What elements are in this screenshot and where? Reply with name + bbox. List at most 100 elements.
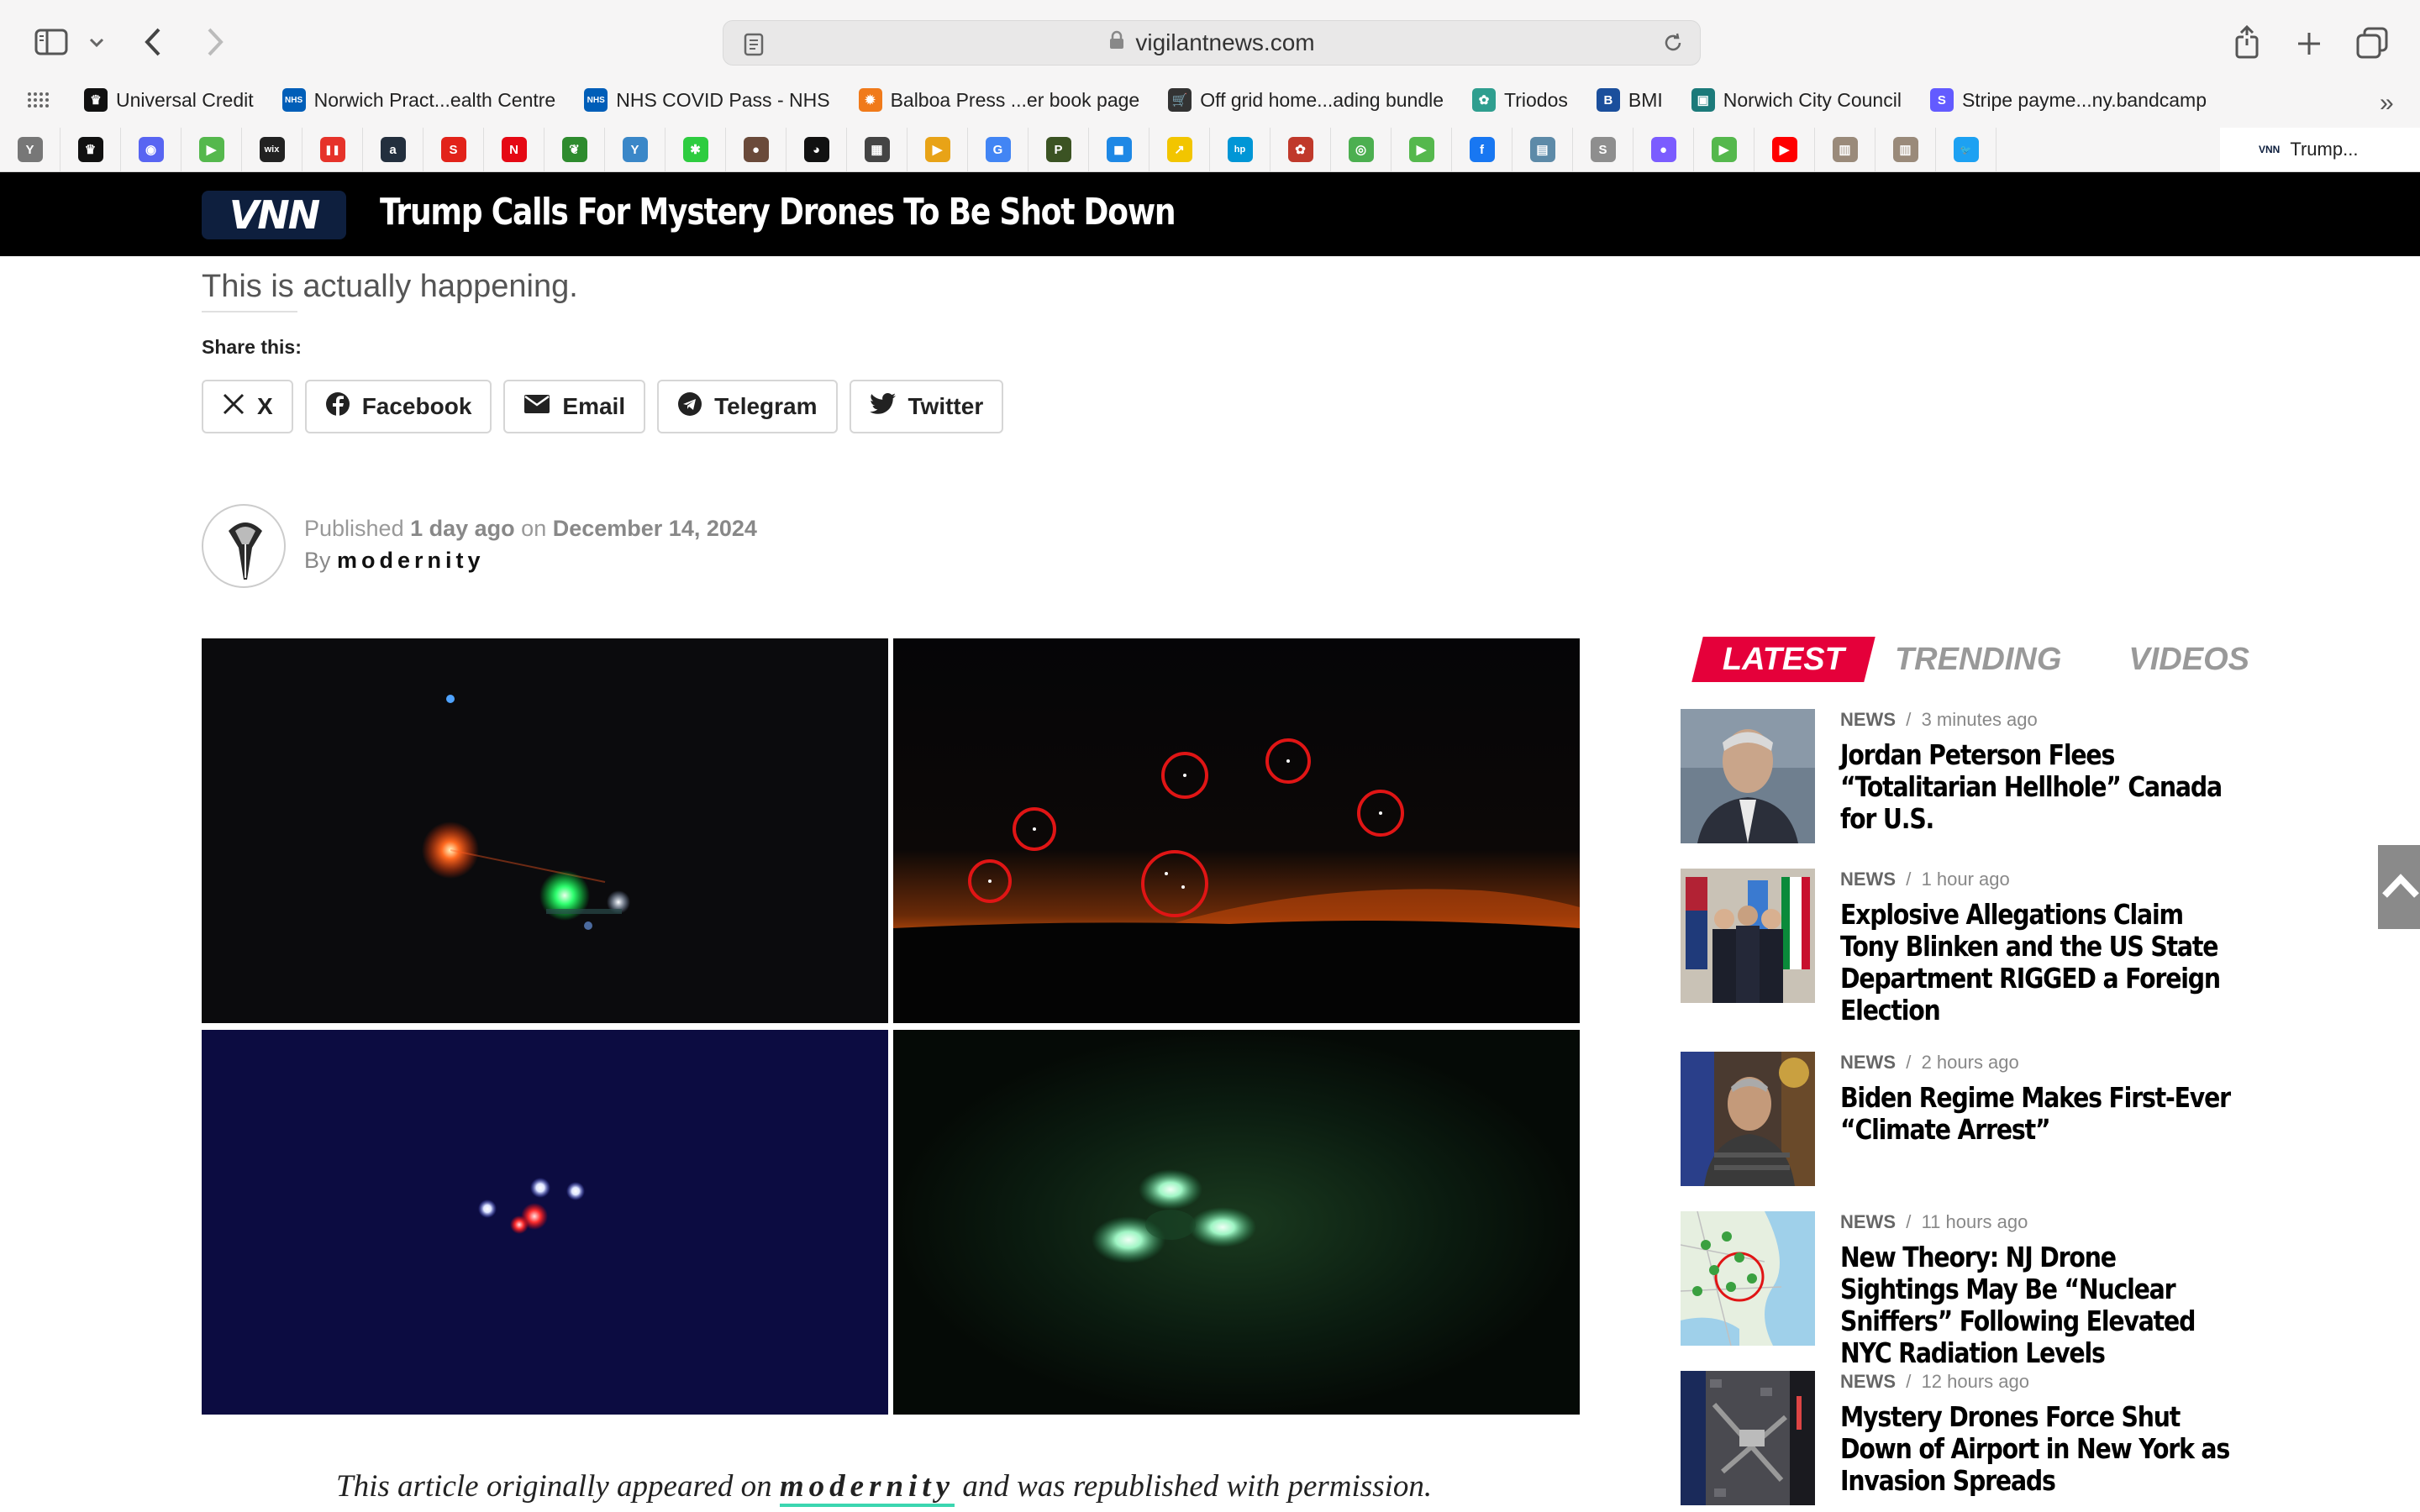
news-title[interactable]: Biden Regime Makes First-Ever “Climate A… [1840,1082,2234,1146]
bookmark-item[interactable]: ♛ Universal Credit [84,88,254,112]
source-link[interactable]: modernity [779,1469,955,1507]
more-bookmarks-icon[interactable]: » [2380,89,2394,118]
telegram-icon [677,391,702,423]
drone-photo-collage[interactable] [202,638,1580,1415]
news-category[interactable]: NEWS [1840,1371,1896,1392]
favorite-site-button[interactable]: S [424,128,484,171]
bookmark-label: Stripe payme...ny.bandcamp [1961,88,2207,111]
bookmark-item[interactable]: 🛒 Off grid home...ading bundle [1168,88,1444,112]
favorite-site-button[interactable]: ◼ [1089,128,1150,171]
news-item[interactable]: NEWS / 2 hours ago Biden Regime Makes Fi… [1681,1052,2235,1194]
news-category[interactable]: NEWS [1840,1052,1896,1073]
author-link[interactable]: modernity [337,548,485,573]
news-category[interactable]: NEWS [1840,869,1896,890]
favorite-site-button[interactable]: a [363,128,424,171]
favorite-site-button[interactable]: ❚❚ [302,128,363,171]
news-thumbnail[interactable] [1681,869,1815,1003]
favorite-site-button[interactable]: G [968,128,1028,171]
favorite-site-button[interactable]: ▶ [1392,128,1452,171]
news-item[interactable]: NEWS / 12 hours ago Mystery Drones Force… [1681,1371,2235,1512]
tab-latest[interactable]: LATEST [1691,637,1876,682]
news-category[interactable]: NEWS [1840,709,1896,730]
news-thumbnail[interactable] [1681,1371,1815,1505]
forward-arrow-icon[interactable] [198,24,232,60]
favorite-site-button[interactable]: ♛ [60,128,121,171]
news-thumbnail[interactable] [1681,1211,1815,1346]
news-thumbnail[interactable] [1681,1052,1815,1186]
favorite-site-button[interactable]: P [1028,128,1089,171]
favorite-site-button[interactable]: Y [605,128,666,171]
news-title[interactable]: New Theory: NJ Drone Sightings May Be “N… [1840,1242,2234,1369]
tab-trending[interactable]: TRENDING [1895,642,2061,678]
bookmark-item[interactable]: ✹ Balboa Press ...er book page [858,88,1139,112]
address-bar[interactable]: vigilantnews.com [723,20,1701,66]
favorite-site-button[interactable]: ● [726,128,786,171]
portrait2-favicon-icon: ▥ [1892,137,1918,162]
twitter-favicon-icon: 🐦 [1953,137,1979,162]
share-telegram-button[interactable]: Telegram [657,380,838,433]
tab-overview-icon[interactable] [2353,24,2391,62]
news-category[interactable]: NEWS [1840,1211,1896,1232]
favorite-site-button[interactable]: ▦ [847,128,908,171]
photo-favicon-icon: ▦ [864,137,890,162]
favorite-site-button[interactable]: Y [0,128,60,171]
sidebar-toggle-icon[interactable] [32,25,71,59]
p-favicon-icon: P [1045,137,1071,162]
bookmark-item[interactable]: NHS Norwich Pract...ealth Centre [281,88,555,112]
favorite-site-button[interactable]: ◎ [1331,128,1392,171]
news-title[interactable]: Jordan Peterson Flees “Totalitarian Hell… [1840,739,2234,835]
share-facebook-button[interactable]: Facebook [304,380,492,433]
news-time: 11 hours ago [1921,1211,2028,1232]
bookmark-item[interactable]: B BMI [1596,88,1663,112]
news-thumbnail[interactable] [1681,709,1815,843]
favorite-site-button[interactable]: N [484,128,544,171]
author-avatar[interactable] [202,504,286,588]
favorite-site-button[interactable]: ▶ [182,128,242,171]
news-item[interactable]: NEWS / 1 hour ago Explosive Allegations … [1681,869,2235,1037]
favorite-site-button[interactable]: f [1452,128,1512,171]
share-email-button[interactable]: Email [503,380,646,433]
favorite-site-button[interactable]: ◕ [786,128,847,171]
favorite-site-button[interactable]: ▥ [1876,128,1936,171]
bookmark-item[interactable]: S Stripe payme...ny.bandcamp [1929,88,2207,112]
news-meta: NEWS / 2 hours ago [1840,1052,2019,1073]
share-x-button[interactable]: X [202,380,293,433]
reload-icon[interactable] [1661,31,1685,60]
share-twitter-button[interactable]: Twitter [849,380,1004,433]
news-title[interactable]: Explosive Allegations Claim Tony Blinken… [1840,899,2234,1026]
favorite-site-button[interactable]: 🐦 [1936,128,1996,171]
vnn-logo[interactable]: VNN [202,191,346,239]
share-icon[interactable] [2228,22,2265,62]
back-to-top-button[interactable] [2378,845,2420,929]
bookmark-item[interactable]: ✿ Triodos [1472,88,1568,112]
bookmark-item[interactable]: NHS NHS COVID Pass - NHS [584,88,830,112]
favorite-site-button[interactable]: S [1573,128,1634,171]
favorite-site-button[interactable]: ✱ [666,128,726,171]
favorite-site-button[interactable]: ❦ [544,128,605,171]
news-item[interactable]: NEWS / 11 hours ago New Theory: NJ Drone… [1681,1211,2235,1369]
news-title[interactable]: Mystery Drones Force Shut Down of Airpor… [1840,1401,2234,1497]
play3-favicon-icon: ▶ [1711,137,1737,162]
favorite-site-button[interactable]: ▥ [1815,128,1876,171]
back-arrow-icon[interactable] [136,24,170,60]
news-item[interactable]: NEWS / 3 minutes ago Jordan Peterson Fle… [1681,709,2235,852]
favorite-site-button[interactable]: ▤ [1512,128,1573,171]
favorite-site-button[interactable]: ▶ [1694,128,1754,171]
bookmark-item[interactable]: ▣ Norwich City Council [1691,88,1902,112]
favorite-site-button[interactable]: ◉ [121,128,182,171]
favorite-site-button[interactable]: hp [1210,128,1270,171]
tab-videos[interactable]: VIDEOS [2128,642,2249,678]
reader-icon[interactable] [744,33,764,62]
favorite-site-button[interactable]: ▶ [908,128,968,171]
apps-grid-icon[interactable] [27,92,49,108]
chevron-down-icon[interactable] [84,30,109,55]
share-email-label: Email [562,393,626,419]
active-tab[interactable]: VNN Trump... [2220,128,2420,171]
favorite-site-button[interactable]: ● [1634,128,1694,171]
favorite-site-button[interactable]: ▶ [1754,128,1815,171]
header-title: Trump Calls For Mystery Drones To Be Sho… [380,191,1176,234]
favorite-site-button[interactable]: ✿ [1270,128,1331,171]
favorite-site-button[interactable]: wix [242,128,302,171]
new-tab-icon[interactable] [2291,25,2328,62]
favorite-site-button[interactable]: ↗ [1150,128,1210,171]
